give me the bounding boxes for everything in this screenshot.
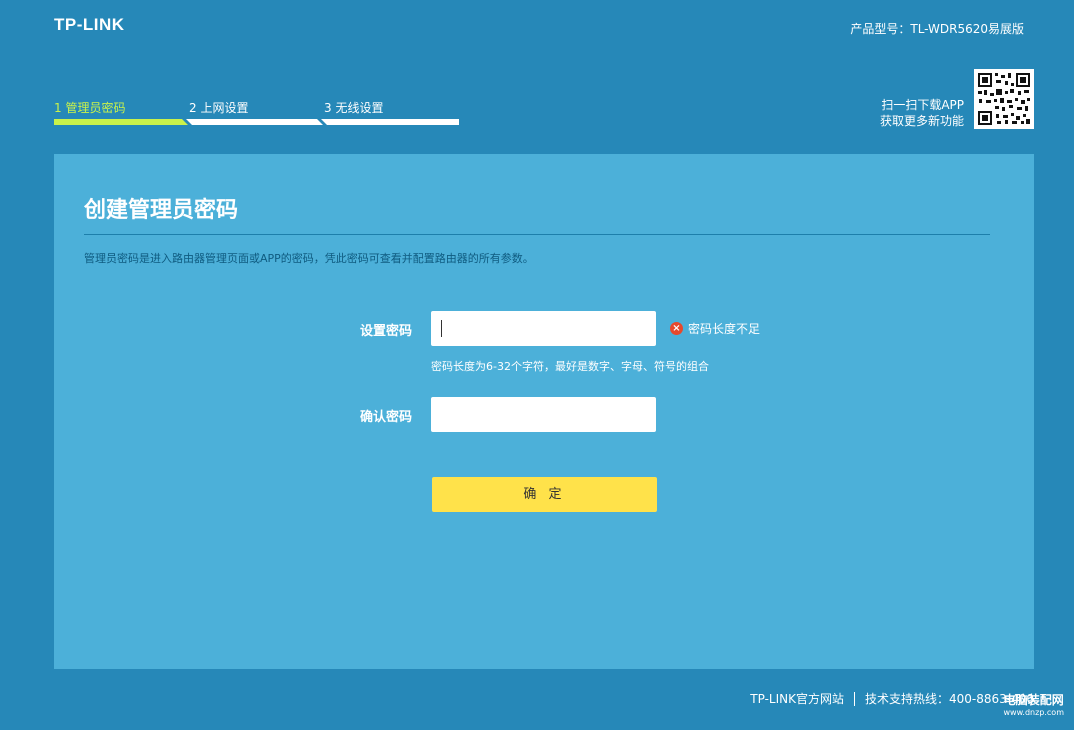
setup-steps: 1 管理员密码 2 上网设置 3 无线设置 bbox=[54, 99, 459, 127]
confirm-button[interactable]: 确 定 bbox=[432, 477, 657, 512]
set-password-input[interactable] bbox=[431, 311, 656, 346]
step-bar-2 bbox=[186, 119, 323, 125]
watermark-line-2: www.dnzp.com bbox=[1003, 708, 1065, 717]
password-error: × 密码长度不足 bbox=[670, 320, 760, 337]
step-admin-password: 1 管理员密码 bbox=[54, 101, 126, 115]
confirm-password-label: 确认密码 bbox=[360, 410, 413, 425]
official-site-link[interactable]: TP-LINK官方网站 bbox=[750, 690, 844, 707]
confirm-password-input[interactable] bbox=[431, 397, 656, 432]
panel-description: 管理员密码是进入路由器管理页面或APP的密码，凭此密码可查看并配置路由器的所有参… bbox=[84, 252, 534, 265]
watermark: 电脑装配网 www.dnzp.com bbox=[1004, 691, 1065, 717]
qr-line-2: 获取更多新功能 bbox=[879, 114, 964, 128]
text-caret bbox=[441, 320, 442, 337]
password-hint: 密码长度为6-32个字符，最好是数字、字母、符号的组合 bbox=[431, 360, 709, 373]
tp-link-logo: TP-LINK bbox=[54, 15, 125, 34]
footer-separator bbox=[853, 691, 855, 706]
qr-line-1: 扫一扫下载APP bbox=[881, 98, 964, 112]
step-progress-bar bbox=[54, 119, 459, 125]
product-model: 产品型号：TL-WDR5620易展版 bbox=[850, 22, 1024, 36]
password-error-text: 密码长度不足 bbox=[688, 322, 761, 336]
create-password-panel: 创建管理员密码 管理员密码是进入路由器管理页面或APP的密码，凭此密码可查看并配… bbox=[54, 154, 1034, 669]
watermark-line-1: 电脑装配网 bbox=[1003, 693, 1064, 707]
page-title: 创建管理员密码 bbox=[84, 198, 239, 223]
step-bar-3 bbox=[321, 119, 459, 125]
app-download-text: 扫一扫下载APP 获取更多新功能 bbox=[880, 97, 964, 129]
set-password-label: 设置密码 bbox=[360, 324, 413, 339]
step-wireless-settings: 3 无线设置 bbox=[324, 101, 384, 115]
step-internet-settings: 2 上网设置 bbox=[189, 101, 249, 115]
title-divider bbox=[84, 234, 990, 235]
footer: TP-LINK官方网站 技术支持热线：400-8863-400 bbox=[750, 690, 1034, 707]
error-icon: × bbox=[670, 322, 683, 335]
step-bar-1 bbox=[54, 119, 188, 125]
qr-code-icon bbox=[974, 69, 1034, 129]
